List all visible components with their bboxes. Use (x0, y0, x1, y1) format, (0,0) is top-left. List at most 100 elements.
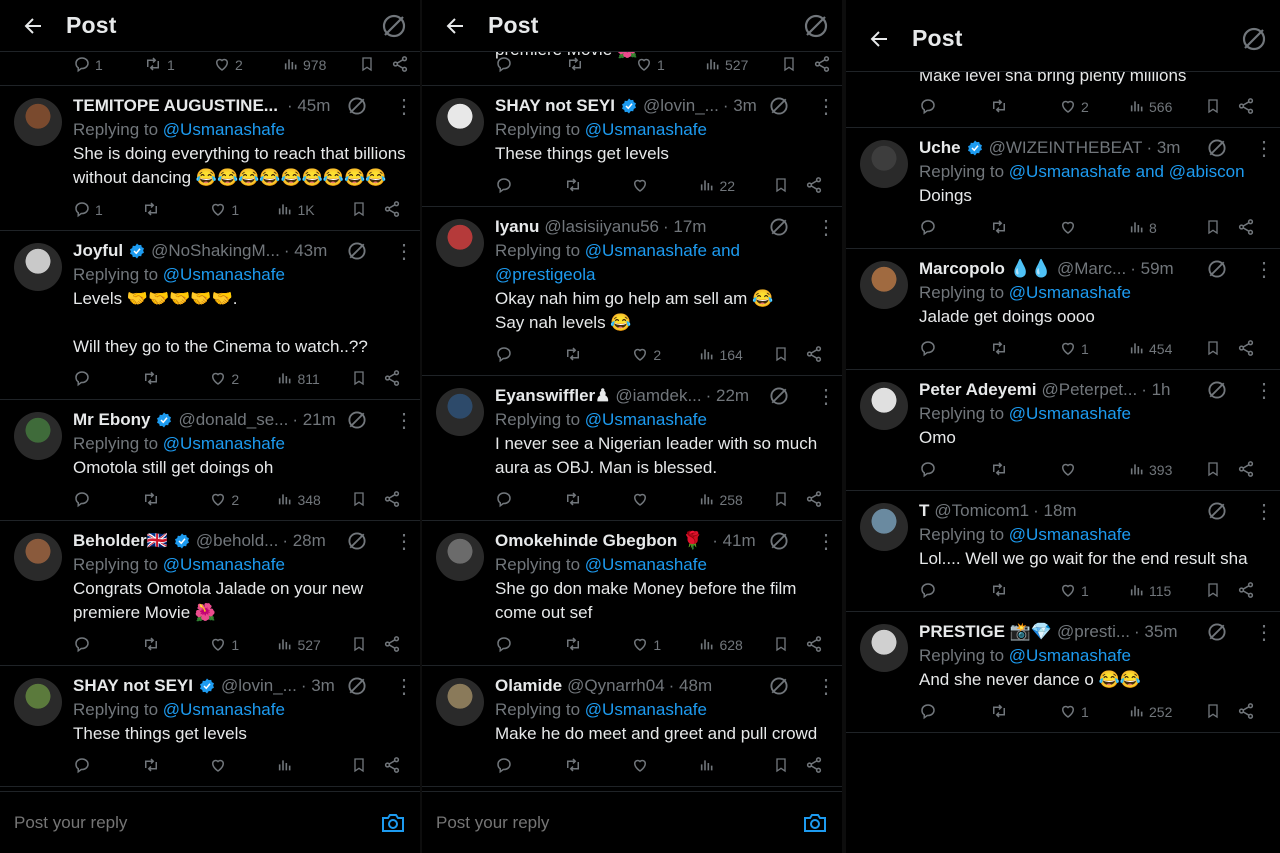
display-name[interactable]: Joyful (73, 241, 123, 261)
bookmark-button[interactable] (351, 369, 382, 390)
display-name[interactable]: Uche (919, 138, 961, 158)
mention-link[interactable]: @Usmanashafe (585, 120, 707, 139)
display-name[interactable]: Iyanu (495, 217, 539, 237)
grok-icon[interactable] (768, 216, 790, 238)
mention-link[interactable]: @Usmanashafe (1009, 525, 1131, 544)
reply-button[interactable] (495, 756, 563, 777)
like-button[interactable]: 1 (631, 635, 699, 656)
views-button[interactable]: 252 (1129, 703, 1205, 722)
reply-button[interactable]: 1 (73, 55, 143, 76)
reply-button[interactable] (495, 345, 563, 366)
display-name[interactable]: Eyanswiffler♟ (495, 386, 610, 406)
like-button[interactable]: 2 (213, 55, 283, 76)
reply-button[interactable]: 1 (73, 200, 141, 221)
grok-icon[interactable] (1206, 379, 1228, 401)
camera-icon[interactable] (802, 811, 828, 835)
reply-input[interactable] (436, 812, 802, 833)
like-button[interactable]: 1 (635, 55, 705, 76)
arrow-left-icon[interactable] (422, 14, 488, 38)
mention-link[interactable]: @Usmanashafe (163, 434, 285, 453)
views-button[interactable]: 527 (705, 56, 781, 75)
views-button[interactable]: 978 (283, 56, 359, 75)
more-icon[interactable]: ⋮ (394, 94, 414, 119)
mention-link[interactable]: @Usmanashafe (163, 555, 285, 574)
share-button[interactable] (1237, 218, 1261, 239)
bookmark-button[interactable] (773, 756, 804, 777)
views-button[interactable]: 22 (699, 177, 773, 196)
share-button[interactable] (805, 176, 828, 197)
like-button[interactable] (1059, 460, 1129, 481)
bookmark-button[interactable] (773, 490, 804, 511)
bookmark-button[interactable] (1205, 702, 1237, 723)
bookmark-button[interactable] (351, 635, 382, 656)
grok-icon[interactable] (768, 385, 790, 407)
bookmark-button[interactable] (351, 756, 382, 777)
reply-tweet[interactable]: T @Tomicom1 · 18m ⋮ Replying to @Usmanas… (846, 491, 1280, 612)
reply-tweet[interactable]: Joyful @NoShakingM... · 43m ⋮ Replying t… (0, 231, 420, 400)
display-name[interactable]: SHAY not SEYI (495, 96, 615, 116)
reply-button[interactable] (919, 97, 989, 118)
share-button[interactable] (805, 345, 828, 366)
reply-tweet[interactable]: TEMITOPE AUGUSTINE... · 45m ⋮ Replying t… (0, 86, 420, 231)
share-button[interactable] (805, 635, 828, 656)
share-button[interactable] (383, 369, 406, 390)
retweet-button[interactable] (989, 97, 1059, 118)
reply-button[interactable] (919, 702, 989, 723)
display-name[interactable]: T (919, 501, 929, 521)
more-icon[interactable]: ⋮ (1254, 378, 1274, 403)
share-button[interactable] (383, 635, 406, 656)
grok-icon[interactable] (368, 13, 420, 39)
like-button[interactable]: 1 (209, 635, 277, 656)
avatar[interactable] (860, 261, 908, 309)
reply-button[interactable] (495, 176, 563, 197)
display-name[interactable]: Omokehinde Gbegbon 🌹 (495, 531, 703, 551)
reply-tweet[interactable]: PRESTIGE 📸💎 @presti... · 35m ⋮ Replying … (846, 612, 1280, 733)
share-button[interactable] (383, 200, 406, 221)
like-button[interactable]: 1 (209, 200, 277, 221)
share-button[interactable] (1237, 339, 1261, 360)
views-button[interactable]: 8 (1129, 219, 1205, 238)
mention-link[interactable]: @Usmanashafe (585, 555, 707, 574)
retweet-button[interactable] (989, 460, 1059, 481)
grok-icon[interactable] (346, 409, 368, 431)
grok-icon[interactable] (346, 95, 368, 117)
mention-link[interactable]: @Usmanashafe and @abiscon (1009, 162, 1245, 181)
retweet-button[interactable] (141, 756, 209, 777)
avatar[interactable] (860, 140, 908, 188)
display-name[interactable]: Marcopolo 💧💧 (919, 259, 1052, 279)
avatar[interactable] (436, 533, 484, 581)
views-button[interactable]: 454 (1129, 340, 1205, 359)
like-button[interactable]: 1 (1059, 339, 1129, 360)
grok-icon[interactable] (1228, 26, 1280, 52)
grok-icon[interactable] (1206, 500, 1228, 522)
mention-link[interactable]: @Usmanashafe (163, 265, 285, 284)
views-button[interactable]: 628 (699, 636, 773, 655)
retweet-button[interactable] (563, 756, 631, 777)
reply-button[interactable] (919, 581, 989, 602)
views-button[interactable]: 566 (1129, 98, 1205, 117)
avatar[interactable] (14, 533, 62, 581)
share-button[interactable] (813, 55, 837, 76)
retweet-button[interactable] (565, 55, 635, 76)
more-icon[interactable]: ⋮ (1254, 620, 1274, 645)
retweet-button[interactable] (989, 339, 1059, 360)
reply-button[interactable] (919, 460, 989, 481)
avatar[interactable] (436, 98, 484, 146)
grok-icon[interactable] (768, 675, 790, 697)
bookmark-button[interactable] (359, 55, 391, 76)
grok-icon[interactable] (768, 95, 790, 117)
grok-icon[interactable] (1206, 258, 1228, 280)
display-name[interactable]: TEMITOPE AUGUSTINE... (73, 96, 278, 116)
like-button[interactable]: 1 (1059, 702, 1129, 723)
retweet-button[interactable]: 1 (143, 55, 213, 76)
like-button[interactable] (1059, 218, 1129, 239)
more-icon[interactable]: ⋮ (1254, 499, 1274, 524)
bookmark-button[interactable] (773, 176, 804, 197)
reply-tweet[interactable]: Marcopolo 💧💧 @Marc... · 59m ⋮ Replying t… (846, 249, 1280, 370)
arrow-left-icon[interactable] (846, 27, 912, 51)
retweet-button[interactable] (563, 490, 631, 511)
like-button[interactable]: 2 (1059, 97, 1129, 118)
like-button[interactable] (631, 176, 699, 197)
views-button[interactable]: 1K (277, 201, 351, 220)
reply-tweet[interactable]: Peter Adeyemi @Peterpet... · 1h ⋮ Replyi… (846, 370, 1280, 491)
